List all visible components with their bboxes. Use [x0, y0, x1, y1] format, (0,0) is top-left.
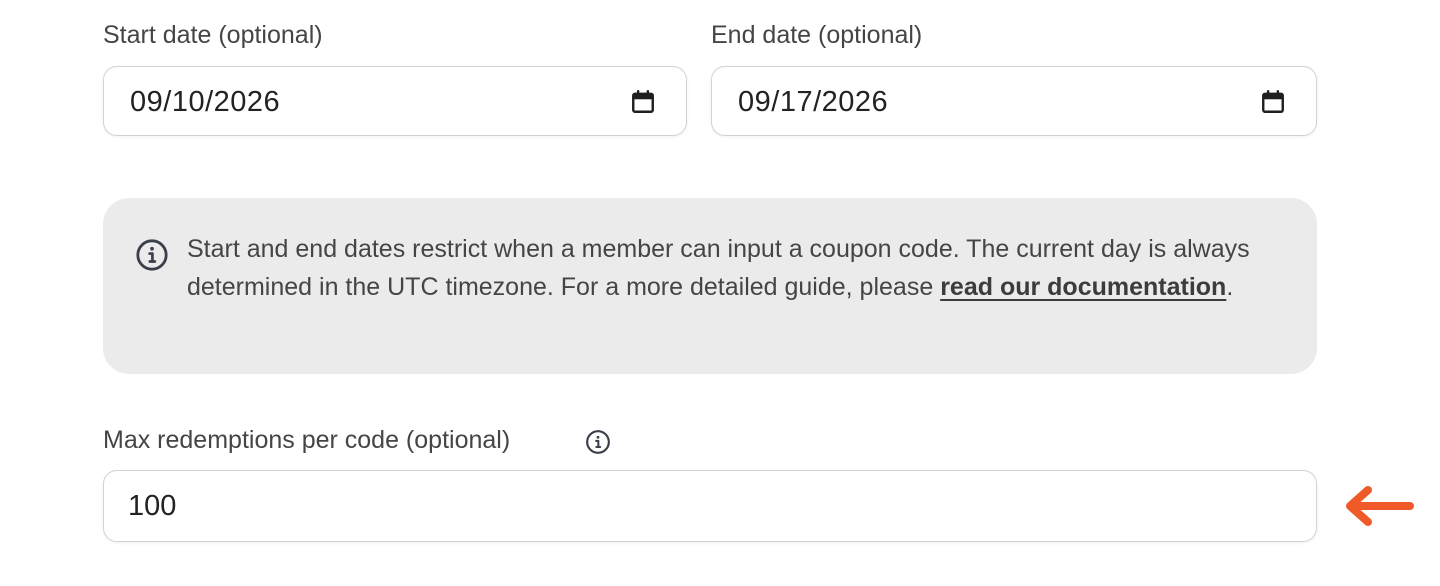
- max-redemptions-value: 100: [128, 490, 177, 522]
- read-documentation-link[interactable]: read our documentation: [940, 273, 1226, 301]
- max-redemptions-input[interactable]: 100: [103, 470, 1317, 542]
- start-date-input[interactable]: 09/10/2026: [103, 66, 687, 136]
- calendar-icon[interactable]: [1260, 89, 1286, 115]
- start-date-label: Start date (optional): [103, 21, 323, 49]
- date-info-text: Start and end dates restrict when a memb…: [187, 230, 1287, 306]
- start-date-value: 09/10/2026: [130, 86, 281, 118]
- date-info-callout: Start and end dates restrict when a memb…: [103, 198, 1317, 374]
- max-redemptions-label: Max redemptions per code (optional): [103, 426, 511, 454]
- end-date-value: 09/17/2026: [738, 86, 889, 118]
- end-date-label: End date (optional): [711, 21, 923, 49]
- arrow-left-icon: [1346, 486, 1414, 526]
- calendar-icon[interactable]: [630, 89, 656, 115]
- end-date-input[interactable]: 09/17/2026: [711, 66, 1317, 136]
- info-icon: [136, 239, 168, 271]
- date-info-text-end: .: [1226, 273, 1234, 301]
- info-icon[interactable]: [585, 429, 611, 455]
